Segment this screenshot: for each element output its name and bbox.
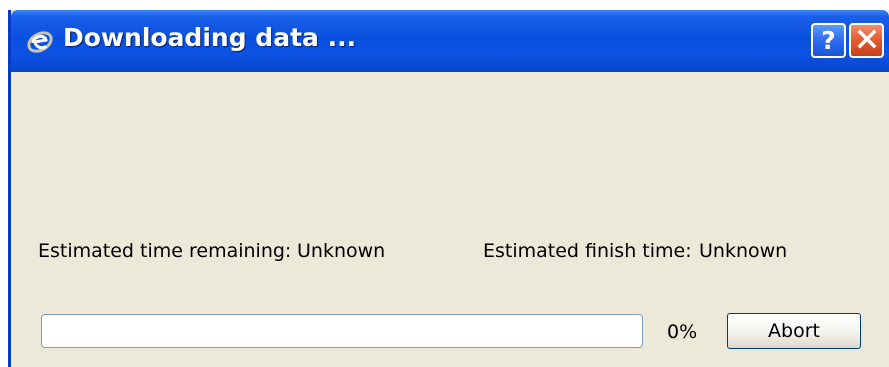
help-button[interactable]: ? xyxy=(811,23,846,58)
progress-bar xyxy=(41,314,643,348)
finish-time-label: Estimated finish time: xyxy=(483,240,692,262)
title-bar[interactable]: Downloading data ... ? xyxy=(11,10,889,72)
download-dialog: Downloading data ... ? Estimated time re… xyxy=(8,10,889,367)
time-remaining-label: Estimated time remaining: xyxy=(38,240,292,262)
close-icon xyxy=(856,28,878,54)
progress-percent: 0% xyxy=(667,321,698,343)
dialog-body: Estimated time remaining: Unknown Estima… xyxy=(11,72,889,367)
time-remaining-value: Unknown xyxy=(297,240,386,262)
close-button[interactable] xyxy=(849,23,884,58)
app-logo-icon xyxy=(25,26,55,56)
abort-button-label: Abort xyxy=(768,320,820,342)
finish-time-value: Unknown xyxy=(699,240,788,262)
help-icon: ? xyxy=(821,26,836,55)
abort-button[interactable]: Abort xyxy=(727,313,861,349)
window-title: Downloading data ... xyxy=(63,23,357,52)
